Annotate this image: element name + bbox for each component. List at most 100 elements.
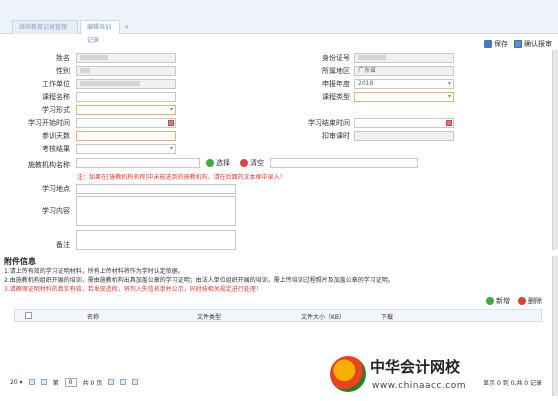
column-download: 下载 (381, 314, 394, 321)
prev-page-icon[interactable] (40, 379, 47, 385)
toolbar: 保存 确认报审 (484, 38, 552, 50)
form-scrollbar[interactable] (552, 50, 558, 250)
institution-text-input[interactable] (270, 158, 418, 168)
tab-label: 编辑培训记录 (87, 24, 112, 44)
course-type-label: 课程类型 (322, 93, 350, 101)
chevron-down-icon: ▾ (447, 93, 451, 100)
course-type-select[interactable]: ▾ (354, 92, 454, 102)
calendar-icon[interactable] (446, 120, 452, 126)
study-mode-select[interactable]: ▾ (76, 105, 176, 115)
confirm-submit-button[interactable]: 确认报审 (514, 38, 552, 50)
page-word: 第 (52, 379, 59, 387)
delete-attachment-button[interactable]: 删除 (518, 296, 542, 306)
content-label: 学习内容 (42, 207, 70, 215)
save-label: 保存 (494, 40, 508, 48)
institution-label: 施教机构名称 (28, 161, 70, 169)
start-time-input[interactable] (76, 118, 176, 128)
gender-field (76, 66, 176, 76)
start-time-label: 学习开始时间 (28, 119, 70, 127)
app-root: 继续教育记录管理 编辑培训记录 × 保存 确认报审 姓名 身份证号 性别 所属地区… (0, 0, 558, 401)
id-field (354, 53, 454, 63)
days-label: 参训天数 (42, 132, 70, 140)
attachment-table-header: 名称 文件类型 文件大小（KB） 下载 (14, 309, 542, 322)
add-label: 新增 (496, 297, 510, 305)
result-select[interactable]: ▾ (76, 144, 176, 154)
tab-label: 继续教育记录管理 (19, 24, 68, 31)
refresh-icon[interactable] (132, 379, 139, 385)
column-file-type: 文件类型 (197, 314, 222, 321)
delete-label: 删除 (528, 297, 542, 305)
name-field (76, 53, 176, 63)
attachment-actions: 新增 删除 (486, 296, 542, 306)
clear-label: 清空 (250, 159, 264, 167)
attachment-title: 附件信息 (4, 257, 36, 266)
remark-textarea[interactable] (76, 230, 236, 250)
total-pages: 共 0 页 (82, 379, 103, 387)
close-icon[interactable]: × (124, 21, 129, 34)
region-field: 广东省 (354, 66, 454, 76)
institution-input[interactable] (76, 158, 200, 168)
first-page-icon[interactable] (28, 379, 35, 385)
last-page-icon[interactable] (120, 379, 127, 385)
chevron-down-icon: ▾ (447, 80, 451, 87)
institution-note: 注：如果在[施教机构名称]中未能选到的施教机构，请在后面的文本框中录入！ (77, 174, 286, 181)
watermark-title: 中华会计网校 (370, 358, 461, 376)
column-file-size: 文件大小（KB） (301, 314, 346, 321)
id-label: 身份证号 (322, 54, 350, 62)
watermark: 中华会计网校 www.chinaacc.com (330, 354, 550, 399)
record-form: 姓名 身份证号 性别 所属地区 广东省 工作单位 申报年度 2018 ▾ 课程名称… (0, 50, 548, 250)
region-label: 所属地区 (322, 67, 350, 75)
attachment-note-1: 1.请上传有效的学习证明材料，所有上传材料将作为学时认定依据。 (4, 268, 184, 275)
study-mode-label: 学习形式 (42, 106, 70, 114)
add-icon (206, 159, 214, 167)
calendar-icon[interactable] (168, 120, 174, 126)
save-icon (484, 40, 492, 48)
tab-edit-record[interactable]: 编辑培训记录 × (80, 20, 129, 44)
clear-icon (240, 159, 248, 167)
chinaacc-logo-icon (330, 356, 366, 392)
next-page-icon[interactable] (108, 379, 115, 385)
attachment-note-2: 2.由施教机构组织开展的培训，需由施教机构出具加盖公章的学习证明；由法人单位组织… (4, 277, 394, 284)
result-label: 考核结果 (42, 145, 70, 153)
hours-label: 扣审课时 (322, 132, 350, 140)
gender-label: 性别 (56, 67, 70, 75)
save-button[interactable]: 保存 (484, 38, 508, 50)
select-label: 选择 (216, 159, 230, 167)
chevron-down-icon: ▾ (169, 106, 173, 113)
tab-bar: 继续教育记录管理 编辑培训记录 × (0, 0, 558, 44)
watermark-url: www.chinaacc.com (372, 381, 466, 391)
attachment-note-3: 3.请确保证明材料的真实有效，若发现造假，将列入失信名单并公示，同时按相关规定进… (4, 286, 262, 293)
year-value: 2018 (358, 80, 374, 87)
place-input[interactable] (76, 184, 236, 194)
course-name-input[interactable] (76, 92, 176, 102)
redacted-value (80, 55, 108, 60)
employer-label: 工作单位 (42, 80, 70, 88)
end-time-label: 学习结束时间 (308, 119, 350, 127)
clear-button[interactable]: 清空 (240, 158, 264, 168)
days-input[interactable] (76, 131, 176, 141)
year-label: 申报年度 (322, 80, 350, 88)
add-attachment-button[interactable]: 新增 (486, 296, 510, 306)
name-label: 姓名 (56, 54, 70, 62)
chevron-down-icon: ▾ (169, 145, 173, 152)
remark-label: 备注 (56, 241, 70, 249)
tab-record-management[interactable]: 继续教育记录管理 (12, 20, 78, 34)
select-button[interactable]: 选择 (206, 158, 230, 168)
redacted-value (80, 81, 140, 86)
delete-icon (518, 297, 526, 305)
course-name-label: 课程名称 (42, 93, 70, 101)
content-textarea[interactable] (76, 196, 236, 226)
place-label: 学习地点 (42, 185, 70, 193)
confirm-label: 确认报审 (524, 40, 552, 48)
year-select[interactable]: 2018 ▾ (354, 79, 454, 89)
employer-field (76, 79, 176, 89)
page-number-input[interactable]: 0 (64, 377, 77, 387)
hours-field (354, 131, 454, 141)
add-icon (486, 297, 494, 305)
column-name: 名称 (87, 314, 100, 321)
page-size-select[interactable]: 20 ▾ (10, 379, 23, 386)
end-time-input[interactable] (354, 118, 454, 128)
redacted-value (80, 68, 90, 73)
select-all-checkbox[interactable] (25, 312, 32, 319)
attachment-scrollbar[interactable] (552, 256, 558, 396)
